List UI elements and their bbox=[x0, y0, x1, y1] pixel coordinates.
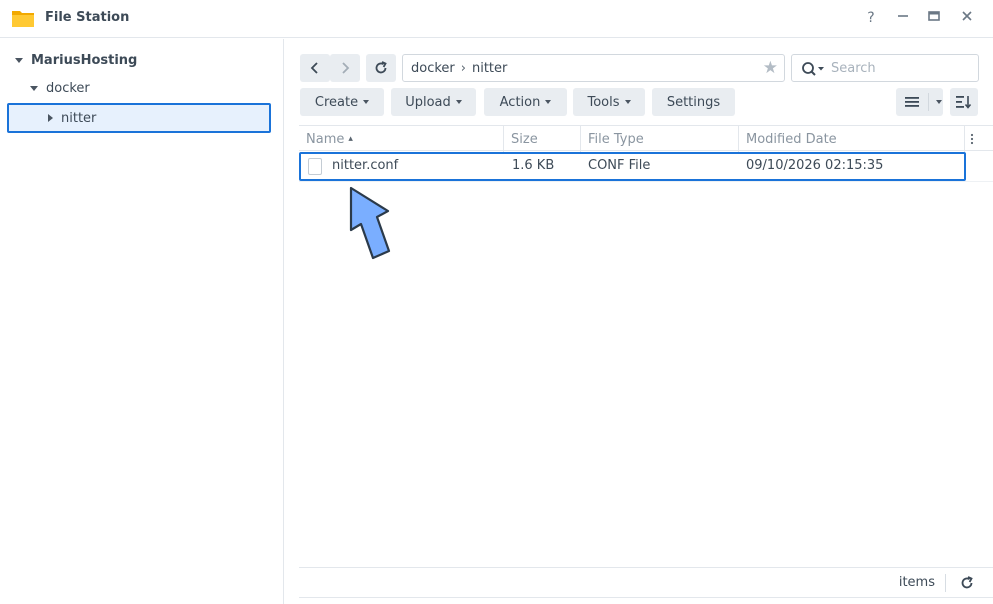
item-count-label: items bbox=[898, 575, 935, 590]
refresh-icon bbox=[375, 61, 387, 74]
file-station-window: File Station ? MariusHosting docker nitt… bbox=[0, 0, 993, 604]
column-header-name[interactable]: Name ▴ bbox=[299, 126, 504, 152]
chevron-right-icon bbox=[342, 62, 350, 74]
file-size: 1.6 KB bbox=[512, 158, 555, 173]
forward-button[interactable] bbox=[330, 54, 360, 82]
search-placeholder: Search bbox=[831, 61, 876, 76]
footer-divider bbox=[945, 574, 946, 592]
chevron-down-icon bbox=[363, 100, 370, 104]
column-header-label: Size bbox=[511, 131, 538, 147]
button-divider bbox=[928, 93, 929, 111]
title-bar: File Station ? bbox=[0, 0, 993, 38]
file-type: CONF File bbox=[588, 158, 651, 173]
folder-tree-sidebar: MariusHosting docker nitter bbox=[0, 39, 284, 604]
sort-button[interactable] bbox=[950, 88, 978, 116]
column-menu-icon[interactable] bbox=[969, 131, 975, 147]
tree-item-nitter[interactable]: nitter bbox=[48, 105, 96, 131]
tree-item-label: docker bbox=[46, 80, 90, 96]
sort-ascending-icon: ▴ bbox=[348, 134, 353, 144]
path-bar[interactable]: docker › nitter ★ bbox=[402, 54, 785, 82]
refresh-icon[interactable] bbox=[960, 576, 974, 590]
row-divider bbox=[299, 181, 993, 182]
column-header-label: Modified Date bbox=[746, 131, 837, 147]
status-footer: items bbox=[299, 567, 993, 598]
chevron-down-icon bbox=[545, 100, 552, 104]
column-header-type[interactable]: File Type bbox=[581, 126, 739, 152]
help-icon[interactable]: ? bbox=[861, 9, 881, 27]
table-row[interactable]: nitter.conf 1.6 KB CONF File 09/10/2026 … bbox=[299, 152, 966, 181]
search-icon[interactable] bbox=[801, 61, 827, 77]
column-header-size[interactable]: Size bbox=[504, 126, 581, 152]
file-name: nitter.conf bbox=[332, 158, 399, 173]
maximize-icon[interactable] bbox=[924, 9, 944, 27]
settings-button[interactable]: Settings bbox=[652, 88, 735, 116]
action-button[interactable]: Action bbox=[484, 88, 567, 116]
action-button-label: Action bbox=[499, 94, 541, 110]
folder-app-icon bbox=[12, 11, 34, 27]
close-icon[interactable] bbox=[957, 9, 977, 27]
path-segment-nitter[interactable]: nitter bbox=[472, 61, 507, 76]
tools-button-label: Tools bbox=[587, 94, 620, 110]
expand-arrow-icon[interactable] bbox=[15, 57, 23, 63]
main-pane: docker › nitter ★ Search Create Upload A… bbox=[285, 39, 993, 604]
path-segment-docker[interactable]: docker bbox=[411, 61, 455, 76]
tree-item-docker[interactable]: docker bbox=[30, 75, 90, 101]
upload-button[interactable]: Upload bbox=[391, 88, 476, 116]
search-input[interactable]: Search bbox=[791, 54, 979, 82]
app-title: File Station bbox=[45, 10, 130, 25]
tools-button[interactable]: Tools bbox=[573, 88, 645, 116]
column-header-label: Name bbox=[306, 131, 345, 147]
view-mode-button[interactable] bbox=[896, 88, 943, 116]
path-separator: › bbox=[460, 60, 466, 76]
file-icon bbox=[308, 158, 322, 175]
chevron-down-icon[interactable] bbox=[936, 100, 942, 104]
tree-item-mariushosting[interactable]: MariusHosting bbox=[15, 47, 137, 73]
refresh-button[interactable] bbox=[366, 54, 396, 82]
column-header-modified[interactable]: Modified Date bbox=[739, 126, 965, 152]
sort-icon bbox=[956, 96, 972, 109]
chevron-left-icon bbox=[310, 62, 318, 74]
create-button[interactable]: Create bbox=[300, 88, 384, 116]
pointer-arrow-icon bbox=[349, 186, 391, 260]
chevron-down-icon bbox=[455, 100, 462, 104]
chevron-down-icon bbox=[624, 100, 631, 104]
back-button[interactable] bbox=[300, 54, 330, 82]
create-button-label: Create bbox=[314, 94, 359, 110]
column-header-label: File Type bbox=[588, 131, 644, 147]
list-view-icon bbox=[905, 97, 919, 107]
tree-item-label: MariusHosting bbox=[31, 52, 138, 68]
minimize-icon[interactable] bbox=[893, 9, 913, 27]
settings-button-label: Settings bbox=[666, 94, 721, 110]
tree-selection-highlight bbox=[7, 103, 271, 133]
upload-button-label: Upload bbox=[405, 94, 451, 110]
tree-item-label: nitter bbox=[61, 110, 97, 126]
collapse-arrow-icon[interactable] bbox=[48, 114, 53, 122]
expand-arrow-icon[interactable] bbox=[30, 85, 38, 91]
star-icon[interactable]: ★ bbox=[763, 59, 778, 77]
file-modified-date: 09/10/2026 02:15:35 bbox=[746, 158, 884, 173]
file-list-header: Name ▴ Size File Type Modified Date bbox=[299, 125, 993, 152]
